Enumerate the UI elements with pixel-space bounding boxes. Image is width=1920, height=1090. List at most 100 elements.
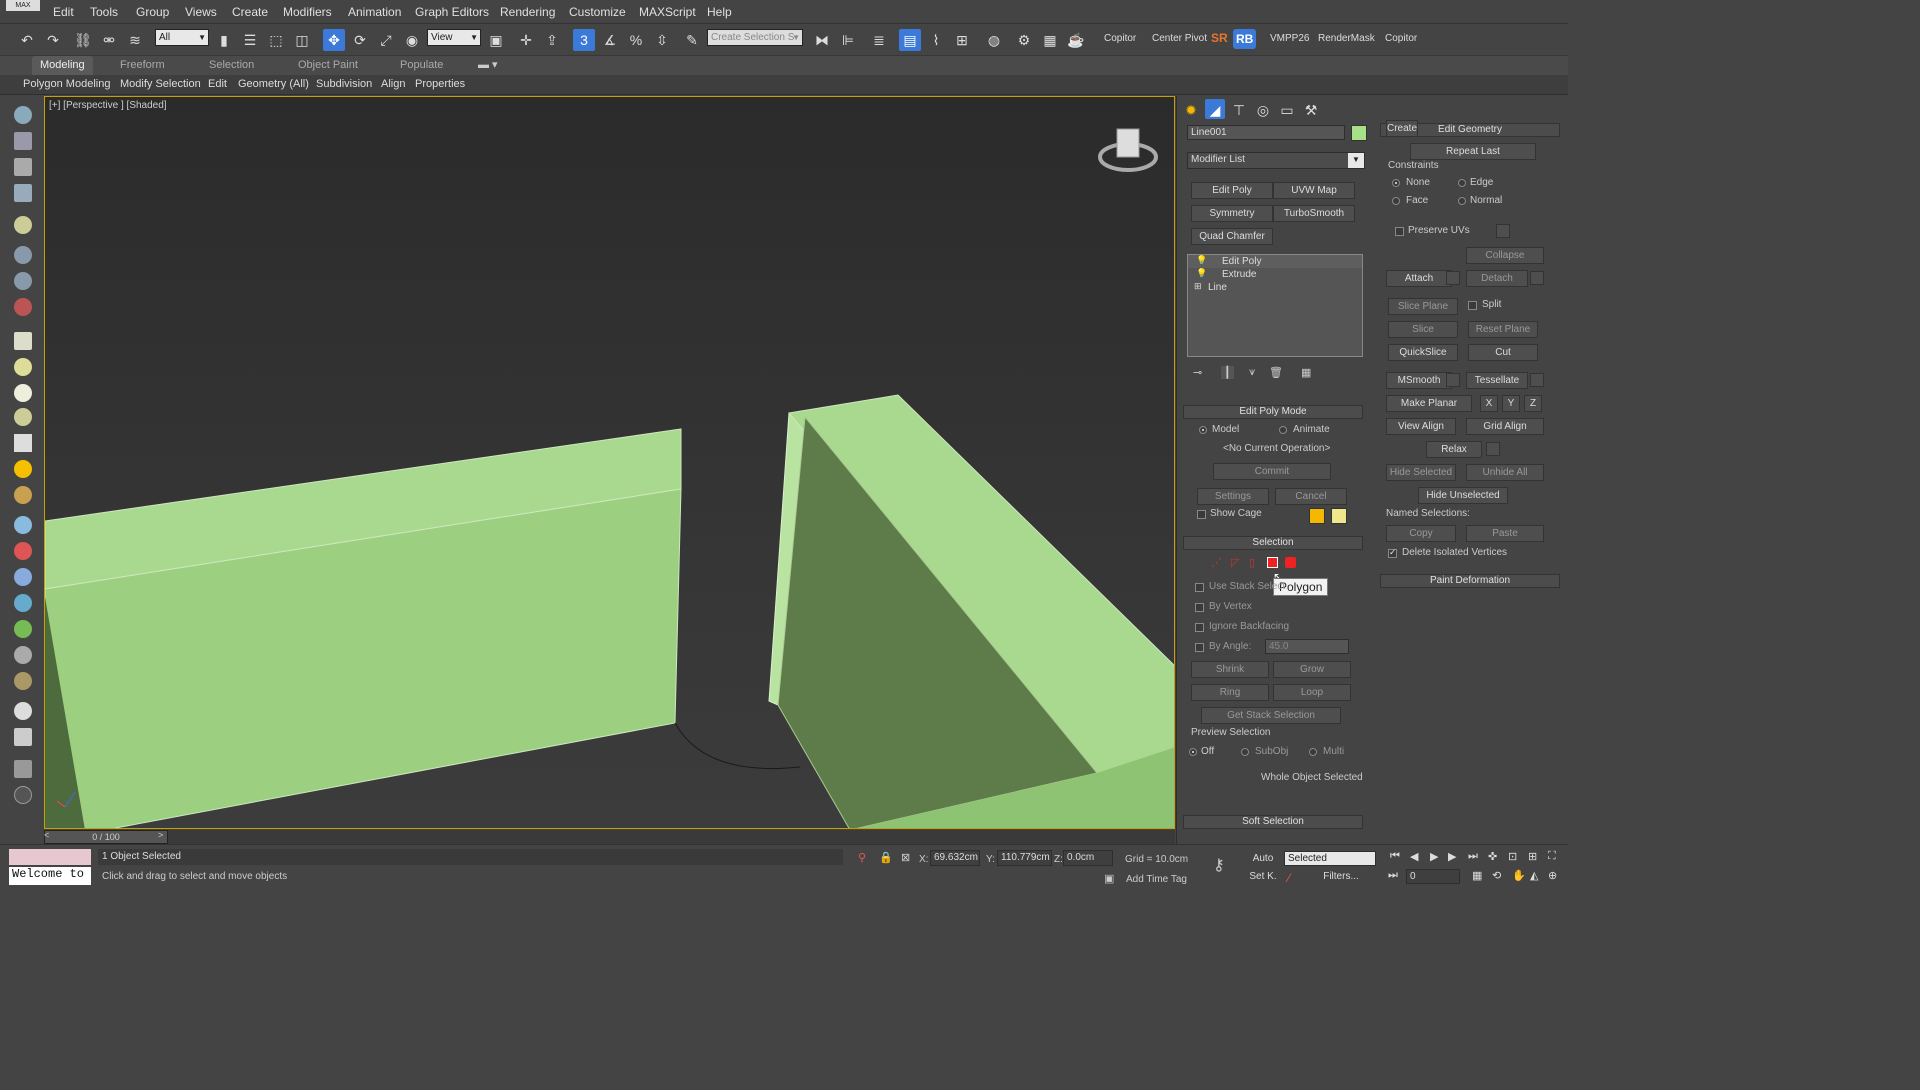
mirror-icon[interactable]: ⧓ [811, 29, 833, 51]
pin-stack-icon[interactable]: ⊸ [1193, 366, 1202, 379]
link-icon[interactable]: ⛓ [72, 29, 94, 51]
modifier-uvw-map-button[interactable]: UVW Map [1273, 182, 1355, 199]
rendered-frame-window-icon[interactable]: ▦ [1039, 29, 1061, 51]
redo-icon[interactable]: ↷ [42, 29, 64, 51]
menu-tools[interactable]: Tools [90, 5, 118, 19]
repeat-last-button[interactable]: Repeat Last [1410, 143, 1536, 160]
script-sr[interactable]: SR [1211, 31, 1228, 45]
time-next-icon[interactable]: > [158, 830, 168, 844]
bulb-icon[interactable]: 💡 [1196, 268, 1207, 279]
copy-button[interactable]: Copy [1386, 525, 1456, 542]
edge-icon[interactable]: ◸ [1231, 556, 1239, 569]
display-tab-icon[interactable]: ▭ [1277, 99, 1297, 119]
paint-icon[interactable] [14, 542, 32, 560]
bind-space-warp-icon[interactable]: ≋ [124, 29, 146, 51]
modifier-quad-chamfer-button[interactable]: Quad Chamfer [1191, 228, 1273, 245]
select-by-name-icon[interactable]: ☰ [239, 29, 261, 51]
schematic-view-icon[interactable]: ⊞ [951, 29, 973, 51]
configure-sets-icon[interactable]: ▦ [1301, 366, 1311, 379]
angle-spinner[interactable]: 45.0 [1265, 639, 1349, 654]
attach-button[interactable]: Attach [1386, 270, 1452, 287]
time-slider[interactable]: 0 / 100 [44, 830, 168, 844]
slice-button[interactable]: Slice [1388, 321, 1458, 338]
modifier-list-dropdown[interactable]: Modifier List ▼ [1187, 152, 1365, 169]
arch-icon[interactable] [14, 568, 32, 586]
planar-x-button[interactable]: X [1480, 395, 1498, 412]
loop-button[interactable]: Loop [1273, 684, 1351, 701]
angle-snap-icon[interactable]: ∡ [599, 29, 621, 51]
zoom-extents-icon[interactable]: ⊡ [1508, 850, 1517, 863]
script-center-pivot[interactable]: Center Pivot [1152, 33, 1207, 44]
border-icon[interactable]: ▯ [1249, 556, 1255, 569]
hair-icon[interactable] [14, 646, 32, 664]
select-and-rotate-icon[interactable]: ⟳ [349, 29, 371, 51]
polygon-icon[interactable] [1267, 557, 1278, 568]
show-cage-checkbox[interactable] [1197, 510, 1206, 519]
create-tab-icon[interactable]: ✹ [1181, 99, 1201, 119]
cone-icon[interactable] [14, 434, 32, 452]
field-of-view-icon[interactable]: ◭ [1530, 869, 1538, 882]
menu-modifiers[interactable]: Modifiers [283, 5, 332, 19]
window-crossing-icon[interactable]: ◫ [291, 29, 313, 51]
animate-radio[interactable] [1279, 426, 1287, 434]
spinner-snap-icon[interactable]: ⇳ [651, 29, 673, 51]
menu-graph-editors[interactable]: Graph Editors [415, 5, 489, 19]
snaps-toggle-icon[interactable]: 3 [573, 29, 595, 51]
edit-poly-mode-rollout[interactable]: Edit Poly Mode [1183, 405, 1363, 419]
preview-subobj-radio[interactable] [1241, 748, 1249, 756]
unlink-icon[interactable]: ⚮ [98, 29, 120, 51]
element-icon[interactable] [1285, 557, 1296, 568]
stack-item-edit-poly[interactable]: 💡 Edit Poly [1188, 255, 1362, 268]
layer-explorer-icon[interactable]: ≣ [868, 29, 890, 51]
script-rendermask[interactable]: RenderMask [1318, 33, 1375, 44]
add-time-tag[interactable]: Add Time Tag [1126, 874, 1187, 885]
select-and-place-icon[interactable]: ◉ [401, 29, 423, 51]
material-ball-icon[interactable] [14, 702, 32, 720]
render-icon[interactable] [14, 298, 32, 316]
selection-rollout[interactable]: Selection [1183, 536, 1363, 550]
time-prev-icon[interactable]: < [44, 830, 54, 844]
sphere-icon[interactable] [14, 384, 32, 402]
bulb-icon[interactable]: 💡 [1196, 255, 1207, 266]
slice-plane-button[interactable]: Slice Plane [1388, 298, 1458, 315]
constraint-normal-radio[interactable] [1458, 197, 1466, 205]
cut-button[interactable]: Cut [1468, 344, 1538, 361]
object-color-swatch[interactable] [1351, 125, 1367, 141]
render-production-icon[interactable]: ☕ [1065, 29, 1087, 51]
select-manipulate-icon[interactable]: ✛ [515, 29, 537, 51]
time-config-icon[interactable]: ▦ [1472, 869, 1482, 882]
edit-named-selection-icon[interactable]: ✎ [681, 29, 703, 51]
tab-freeform[interactable]: Freeform [112, 56, 173, 75]
pan-icon[interactable]: ✋ [1512, 869, 1526, 882]
relax-settings-button[interactable] [1486, 442, 1500, 456]
modifier-symmetry-button[interactable]: Symmetry [1191, 205, 1273, 222]
make-planar-button[interactable]: Make Planar [1386, 395, 1472, 412]
preserve-uvs-checkbox[interactable] [1395, 227, 1404, 236]
ignore-backfacing-checkbox[interactable] [1195, 623, 1204, 632]
key-mode-toggle-icon[interactable]: ⏭ [1388, 869, 1398, 882]
maxscript-listener-pink[interactable] [9, 849, 91, 865]
cage-selected-color-swatch[interactable] [1331, 508, 1347, 524]
particles-icon[interactable] [14, 516, 32, 534]
maximize-viewport-icon[interactable]: ⛶ [1548, 850, 1556, 863]
make-unique-icon[interactable]: ⩛ [1249, 366, 1255, 379]
orbit-icon[interactable]: ⟲ [1492, 869, 1501, 882]
script-copitor[interactable]: Copitor [1104, 33, 1136, 44]
modifier-turbosmooth-button[interactable]: TurboSmooth [1273, 205, 1355, 222]
list-icon[interactable] [14, 158, 32, 176]
go-to-start-icon[interactable]: ⏮ [1390, 850, 1400, 863]
hide-selected-button[interactable]: Hide Selected [1386, 464, 1456, 481]
maxscript-mini-listener[interactable]: Welcome to [9, 867, 91, 885]
delete-isolated-vertices-checkbox[interactable] [1388, 547, 1397, 558]
utilities-tab-icon[interactable]: ⚒ [1301, 99, 1321, 119]
grass-icon[interactable] [14, 620, 32, 638]
by-vertex-checkbox[interactable] [1195, 603, 1204, 612]
hierarchy-tab-icon[interactable]: ⊤ [1229, 99, 1249, 119]
planar-y-button[interactable]: Y [1502, 395, 1520, 412]
x-coordinate-field[interactable]: 69.632cm [930, 850, 980, 866]
ribbon-options-icon[interactable]: ▬ ▾ [470, 56, 506, 75]
modify-tab-icon[interactable]: ◢ [1205, 99, 1225, 119]
tab-object-paint[interactable]: Object Paint [290, 56, 366, 75]
panel-modify-selection[interactable]: Modify Selection [120, 78, 201, 90]
reset-plane-button[interactable]: Reset Plane [1468, 321, 1538, 338]
